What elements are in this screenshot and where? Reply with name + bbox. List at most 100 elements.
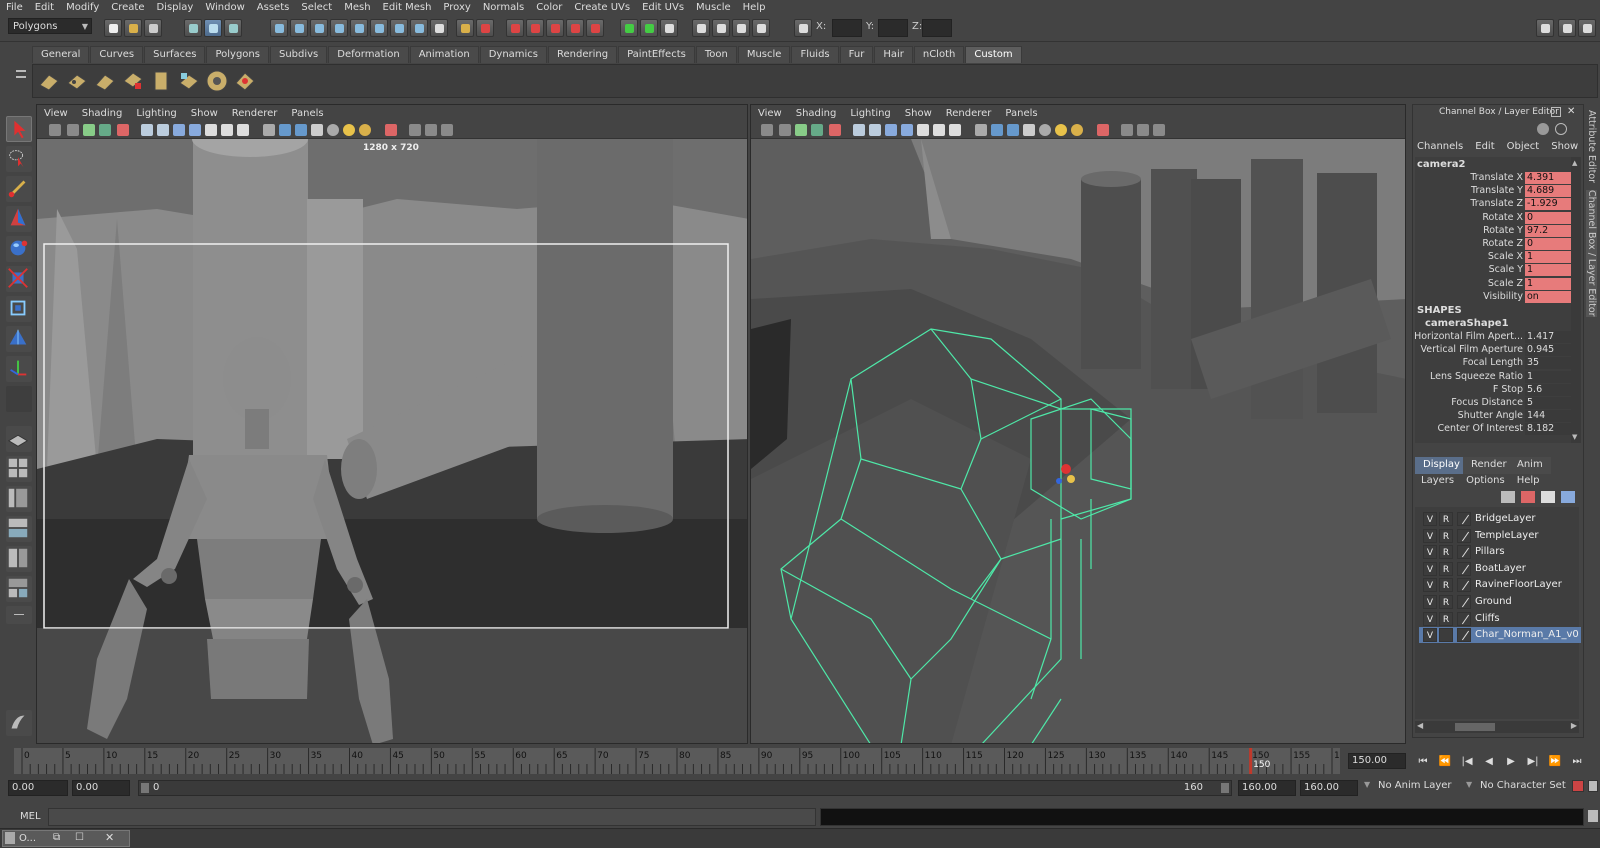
menu-create-uvs[interactable]: Create UVs (568, 2, 636, 13)
shelf-tab-fur[interactable]: Fur (839, 46, 874, 63)
show-channel-box-icon[interactable] (1578, 19, 1596, 37)
gate-mask-icon[interactable] (901, 124, 913, 136)
construction-history-icon[interactable] (660, 19, 678, 37)
channel-box-side-tab[interactable]: Channel Box / Layer Editor (1586, 190, 1597, 317)
grid-toggle-icon[interactable] (141, 124, 153, 136)
shape-channel-row[interactable]: Vertical Film Aperture 0.945 (1417, 344, 1581, 357)
range-end-handle[interactable] (1221, 783, 1229, 793)
select-curves-icon[interactable] (310, 19, 328, 37)
script-editor-icon[interactable] (1588, 810, 1598, 822)
channel-row[interactable]: Rotate Z0 (1417, 238, 1581, 251)
select-dynamics-icon[interactable] (370, 19, 388, 37)
select-deformations-icon[interactable] (350, 19, 368, 37)
shadows-icon[interactable] (359, 124, 371, 136)
shelf-tab-general[interactable]: General (32, 46, 90, 63)
textured-icon[interactable] (1023, 124, 1035, 136)
wireframe-icon[interactable] (263, 124, 275, 136)
make-live-icon[interactable] (586, 19, 604, 37)
shelf-tool-icon-7[interactable] (205, 69, 229, 93)
image-plane-icon[interactable] (811, 124, 823, 136)
select-surfaces-icon[interactable] (330, 19, 348, 37)
safe-action-icon[interactable] (221, 124, 233, 136)
left-viewport-panel[interactable]: View Shading Lighting Show Renderer Pane… (36, 104, 748, 744)
layer-color-swatch[interactable] (1457, 595, 1471, 609)
isolate-select-icon[interactable] (1097, 124, 1109, 136)
restore-icon[interactable]: ⧉ (53, 832, 60, 843)
new-scene-icon[interactable] (104, 19, 122, 37)
layer-row[interactable]: V R TempleLayer (1419, 528, 1581, 544)
select-handles-icon[interactable] (270, 19, 288, 37)
close-icon[interactable]: ✕ (105, 831, 114, 844)
go-to-end-icon[interactable]: ⏭ (1568, 756, 1586, 770)
shelf-tool-icon-5[interactable] (149, 69, 173, 93)
shelf-tab-subdivs[interactable]: Subdivs (269, 46, 328, 63)
menu-mesh[interactable]: Mesh (338, 2, 376, 13)
shelf-tab-toon[interactable]: Toon (695, 46, 737, 63)
vp-menu-renderer[interactable]: Renderer (225, 108, 285, 119)
menu-assets[interactable]: Assets (251, 2, 296, 13)
menu-edit-mesh[interactable]: Edit Mesh (377, 2, 438, 13)
command-input[interactable] (48, 808, 816, 826)
xray-joints-icon[interactable] (425, 124, 437, 136)
menu-normals[interactable]: Normals (477, 2, 530, 13)
channel-row[interactable]: Rotate Y 97.2 (1417, 224, 1581, 238)
z-input[interactable] (922, 19, 952, 37)
move-tool-icon[interactable] (6, 206, 32, 232)
resolution-gate-icon[interactable] (885, 124, 897, 136)
float-panel-icon[interactable] (1551, 107, 1561, 117)
layer-visibility-toggle[interactable]: V (1423, 578, 1437, 593)
help-menu[interactable]: Help (1517, 475, 1540, 489)
step-back-frame-icon[interactable]: |◀ (1458, 756, 1476, 770)
character-set-dropdown[interactable]: ▼ No Character Set (1466, 780, 1570, 796)
layer-row[interactable]: V R Ground (1419, 594, 1581, 610)
channel-row[interactable]: Translate Z -1.929 (1417, 198, 1581, 211)
image-plane-icon[interactable] (99, 124, 111, 136)
menu-create[interactable]: Create (105, 2, 150, 13)
select-hierarchy-icon[interactable] (184, 19, 202, 37)
options-menu[interactable]: Options (1466, 475, 1505, 489)
minimized-window[interactable]: O... ⧉ ☐ ✕ (2, 830, 130, 847)
vp-menu-panels[interactable]: Panels (284, 108, 330, 119)
move-layer-up-icon[interactable] (1501, 491, 1515, 503)
use-all-lights-icon[interactable] (1055, 124, 1067, 136)
go-to-start-icon[interactable]: ⏮ (1414, 756, 1432, 770)
vp-menu-lighting[interactable]: Lighting (843, 108, 897, 119)
layers-menu[interactable]: Layers (1421, 475, 1454, 489)
show-manipulator-icon[interactable] (6, 356, 32, 382)
lasso-tool-icon[interactable] (6, 146, 32, 172)
wireframe-on-shaded-icon[interactable] (1007, 124, 1019, 136)
playback-end-field[interactable]: 160.00 (1238, 780, 1296, 796)
animation-preferences-icon[interactable] (1588, 780, 1598, 792)
right-viewport-panel[interactable]: View Shading Lighting Show Renderer Pane… (750, 104, 1406, 744)
persp-outliner-layout-icon[interactable] (6, 486, 32, 512)
shelf-tab-custom[interactable]: Custom (965, 46, 1022, 63)
attribute-editor-side-tab[interactable]: Attribute Editor (1586, 110, 1597, 183)
menu-proxy[interactable]: Proxy (437, 2, 476, 13)
menu-set-dropdown[interactable]: Polygons ▼ (8, 18, 92, 34)
channel-row[interactable]: Visibility on (1417, 290, 1581, 304)
layer-display-type-toggle[interactable]: R (1439, 512, 1453, 526)
maximize-icon[interactable]: ☐ (75, 832, 84, 843)
safe-title-icon[interactable] (237, 124, 249, 136)
layer-row[interactable]: V Char_Norman_A1_v010:c (1419, 627, 1581, 644)
play-forwards-icon[interactable]: ▶ (1502, 756, 1520, 770)
shelf-tab-animation[interactable]: Animation (409, 46, 479, 63)
select-camera-icon[interactable] (761, 124, 773, 136)
vp-menu-view[interactable]: View (37, 108, 75, 119)
persp-graph-hypergraph-layout-icon[interactable] (6, 576, 32, 602)
shelf-tool-icon-6[interactable] (177, 69, 201, 93)
lock-selection-icon[interactable] (456, 19, 474, 37)
shape-channel-row[interactable]: Lens Squeeze Ratio 1 (1417, 370, 1581, 384)
safe-action-icon[interactable] (933, 124, 945, 136)
layer-row[interactable]: V R RavineFloorLayer (1419, 577, 1581, 593)
help-question-icon[interactable] (430, 19, 448, 37)
xray-joints-icon[interactable] (1137, 124, 1149, 136)
vp-menu-shading[interactable]: Shading (789, 108, 844, 119)
channel-scrollbar[interactable]: ▲ ▼ (1571, 157, 1581, 443)
layer-row[interactable]: V R BoatLayer (1419, 561, 1581, 577)
select-camera-icon[interactable] (49, 124, 61, 136)
camera-attributes-icon[interactable] (779, 124, 791, 136)
highlight-selection-icon[interactable] (476, 19, 494, 37)
layer-row[interactable]: V R Cliffs (1419, 611, 1581, 627)
create-layer-selected-icon[interactable] (1561, 491, 1575, 503)
